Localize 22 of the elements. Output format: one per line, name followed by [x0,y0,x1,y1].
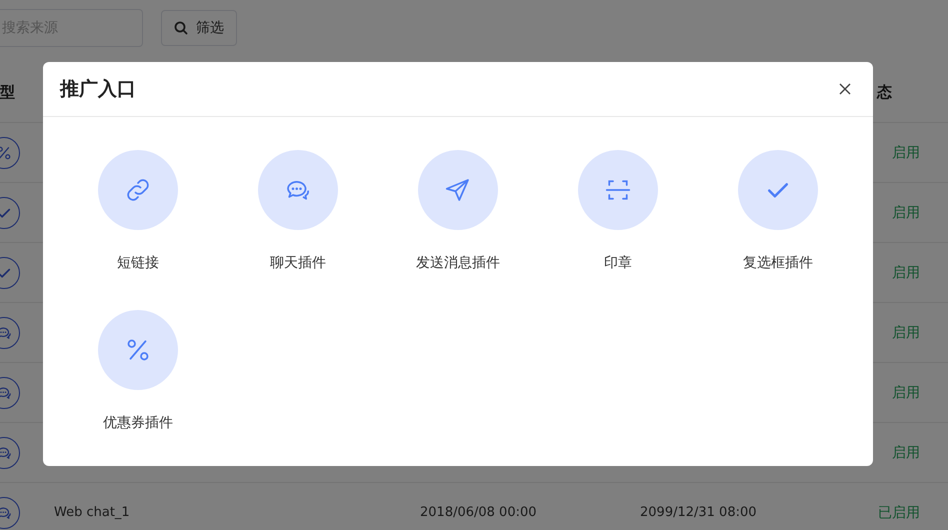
option-label: 优惠券插件 [103,414,173,432]
table-cell-text: 2018/06/08 00:00 [420,505,538,520]
status-text: 启用 [891,324,920,342]
search-icon [174,21,188,35]
option-label: 发送消息插件 [416,254,500,272]
dialog-title: 推广入口 [60,77,136,102]
filter-button[interactable]: 筛选 [161,10,237,46]
close-icon[interactable] [837,81,853,97]
status-text: 已启用 [877,504,920,522]
status-text: 启用 [891,384,920,402]
option-label: 短链接 [117,254,159,272]
column-header: 型 [0,82,15,102]
status-text: 启用 [891,144,920,162]
option-label: 聊天插件 [270,254,326,272]
table-cell-text: 2099/12/31 08:00 [640,505,758,520]
option-label: 复选框插件 [743,254,813,272]
status-text: 启用 [891,264,920,282]
table-cell-text: Web chat_1 [54,505,131,520]
option-label: 印章 [604,254,632,272]
column-header: 态 [877,82,892,102]
status-text: 启用 [891,444,920,462]
status-text: 启用 [891,204,920,222]
